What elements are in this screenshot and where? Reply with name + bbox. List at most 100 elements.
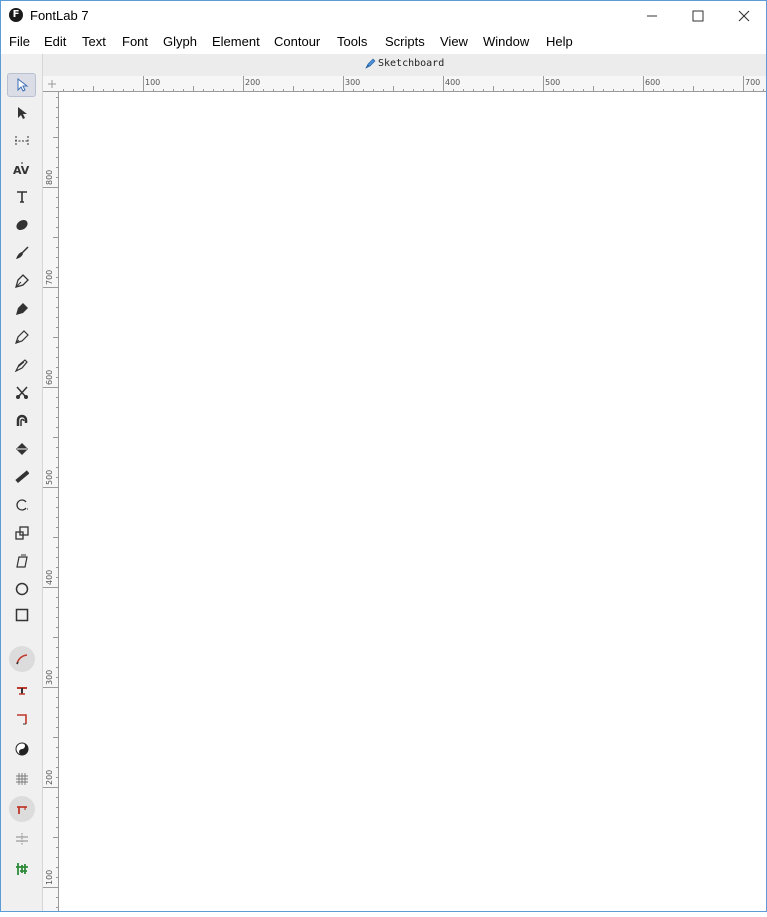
window-title: FontLab 7 [30,8,89,23]
tool-contour-select[interactable] [7,101,36,125]
select-icon [17,78,28,92]
tool-text[interactable] [7,185,36,209]
curve-icon [15,654,27,665]
tool-knife[interactable] [7,353,36,377]
tool-select[interactable] [7,73,36,97]
menu-glyph[interactable]: Glyph [163,34,197,49]
scale-icon [14,526,29,540]
ruler-h-label: 100 [145,78,160,87]
knife-icon [14,359,28,372]
ruler-v-label: 200 [45,770,54,785]
menu-edit[interactable]: Edit [44,34,66,49]
tool-fill[interactable] [7,437,36,461]
tool-curve[interactable] [7,646,36,672]
contour-select-icon [17,107,27,119]
menu-tools[interactable]: Tools [337,34,367,49]
maximize-icon [692,10,704,21]
tab-label: Sketchboard [378,58,445,69]
tool-pen[interactable] [7,269,36,293]
close-icon [738,10,750,21]
menu-help[interactable]: Help [546,34,573,49]
tangent-icon [16,687,27,695]
ruler-v-label: 300 [45,670,54,685]
ruler-h-label: 400 [445,78,460,87]
menu-text[interactable]: Text [82,34,106,49]
tool-yin-yang[interactable] [7,737,36,761]
menu-scripts[interactable]: Scripts [385,34,425,49]
measure-icon [14,470,29,484]
pen-nib-icon [365,58,376,69]
menu-bar: File Edit Text Font Glyph Element Contou… [0,31,767,54]
minimize-button[interactable] [629,0,675,31]
ellipse-icon [15,582,28,596]
tab-strip: Sketchboard [43,54,767,76]
ruler-v-label: 600 [45,370,54,385]
menu-contour[interactable]: Contour [274,34,320,49]
svg-text:AV: AV [13,164,30,176]
menu-font[interactable]: Font [122,34,148,49]
maximize-button[interactable] [675,0,721,31]
kerning-icon: AV [13,162,30,176]
app-logo-icon: F [9,8,23,22]
pencil-icon [14,330,29,344]
rapidograph-icon [15,303,28,315]
ruler-v-label: 400 [45,570,54,585]
pen-icon [14,274,29,288]
ruler-h-label: 300 [345,78,360,87]
tab-sketchboard[interactable]: Sketchboard [365,58,444,69]
tool-brush[interactable] [7,241,36,265]
rectangle-icon [15,608,28,622]
text-icon [16,191,27,203]
grid-icon [15,773,28,785]
rotate-icon [15,499,28,511]
tool-red-corner[interactable] [7,796,36,822]
tool-tangent[interactable] [7,677,36,701]
tool-measure[interactable] [7,465,36,489]
eraser-icon [15,219,28,231]
red-corner-icon [16,806,27,814]
align-icon [15,833,28,845]
tool-kerning[interactable]: AV [7,157,36,181]
tool-green-sparkle[interactable] [7,857,36,881]
ruler-v-label: 500 [45,470,54,485]
tool-magnet[interactable] [7,409,36,433]
metrics-icon [14,136,29,146]
ruler-h-label: 700 [745,78,760,87]
ruler-v-label: 800 [45,170,54,185]
corner-icon [16,714,27,725]
tool-metrics[interactable] [7,129,36,153]
yin-yang-icon [15,742,28,756]
ruler-h-label: 600 [645,78,660,87]
magnet-icon [16,414,27,426]
vertical-ruler[interactable]: 800 700 600 500 400 300 200 100 [43,92,59,912]
slant-icon [15,554,28,568]
minimize-icon [647,15,657,16]
tool-rotate[interactable] [7,493,36,517]
tool-slant[interactable] [7,549,36,573]
tool-ellipse[interactable] [7,577,36,601]
tool-corner[interactable] [7,707,36,731]
tool-eraser[interactable] [7,213,36,237]
tool-rectangle[interactable] [7,603,36,627]
ruler-h-label: 200 [245,78,260,87]
tool-palette: AV [0,54,43,912]
tool-pencil[interactable] [7,325,36,349]
menu-view[interactable]: View [440,34,468,49]
tool-grid[interactable] [7,767,36,791]
menu-file[interactable]: File [9,34,30,49]
scissors-icon [15,386,28,399]
green-sparkle-icon [15,863,28,875]
tool-scale[interactable] [7,521,36,545]
horizontal-ruler[interactable]: 100 200 300 400 500 600 700 [43,76,767,92]
ruler-v-label: 700 [45,270,54,285]
menu-window[interactable]: Window [483,34,529,49]
ruler-h-label: 500 [545,78,560,87]
close-button[interactable] [721,0,767,31]
menu-element[interactable]: Element [212,34,260,49]
fill-icon [15,443,28,455]
brush-icon [15,246,29,259]
tool-align[interactable] [7,827,36,851]
glyph-canvas[interactable] [59,92,767,912]
tool-scissors[interactable] [7,381,36,405]
tool-rapidograph[interactable] [7,297,36,321]
